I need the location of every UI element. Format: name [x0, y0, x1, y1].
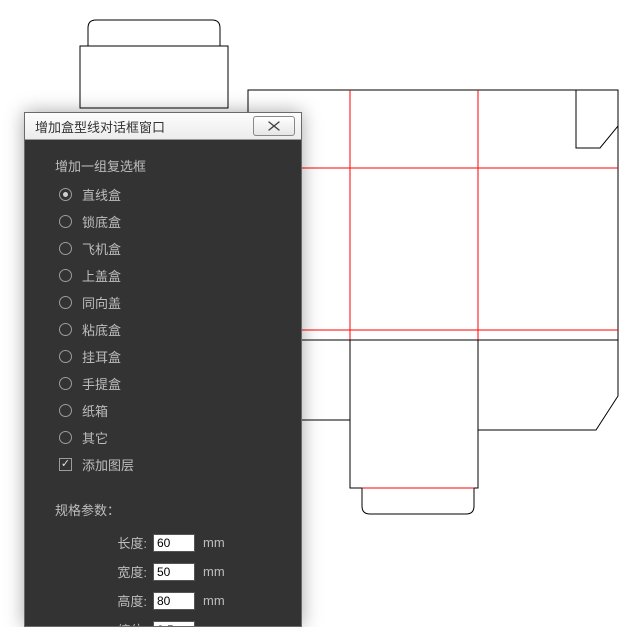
close-button[interactable] — [253, 116, 295, 136]
option-label: 手提盒 — [82, 374, 121, 393]
spec-params: 长度:mm宽度:mm高度:mm缩位:mm插舌高度:mm粘口宽度:mm — [55, 533, 281, 626]
option-label: 飞机盒 — [82, 239, 121, 258]
radio-option-9[interactable]: 其它 — [59, 428, 281, 447]
radio-option-7[interactable]: 手提盒 — [59, 374, 281, 393]
param-unit: mm — [203, 564, 225, 579]
params-title: 规格参数： — [55, 500, 281, 519]
param-unit: mm — [203, 622, 225, 626]
radio-icon — [59, 296, 72, 309]
param-label: 宽度: — [55, 562, 147, 581]
radio-option-4[interactable]: 同向盖 — [59, 293, 281, 312]
param-label: 高度: — [55, 591, 147, 610]
radio-icon — [59, 323, 72, 336]
param-row-3: 缩位: mm — [55, 620, 281, 626]
radio-icon — [59, 431, 72, 444]
box-type-options: 直线盒锁底盒飞机盒上盖盒同向盖粘底盒挂耳盒手提盒纸箱其它添加图层 — [59, 185, 281, 474]
param-unit: mm — [203, 535, 225, 550]
param-row-2: 高度: mm — [55, 591, 281, 610]
param-input-3[interactable] — [153, 621, 195, 627]
radio-option-5[interactable]: 粘底盒 — [59, 320, 281, 339]
option-label: 纸箱 — [82, 401, 108, 420]
radio-option-1[interactable]: 锁底盒 — [59, 212, 281, 231]
radio-icon — [59, 350, 72, 363]
radio-icon — [59, 215, 72, 228]
param-row-1: 宽度: mm — [55, 562, 281, 581]
radio-icon — [59, 377, 72, 390]
radio-option-6[interactable]: 挂耳盒 — [59, 347, 281, 366]
param-input-0[interactable] — [153, 534, 195, 552]
radio-icon — [59, 404, 72, 417]
option-label: 添加图层 — [82, 455, 134, 474]
dialog-body: 增加一组复选框 直线盒锁底盒飞机盒上盖盒同向盖粘底盒挂耳盒手提盒纸箱其它添加图层… — [25, 140, 301, 626]
param-row-0: 长度: mm — [55, 533, 281, 552]
add-box-line-dialog: 增加盒型线对话框窗口 增加一组复选框 直线盒锁底盒飞机盒上盖盒同向盖粘底盒挂耳盒… — [24, 112, 302, 627]
option-label: 其它 — [82, 428, 108, 447]
radio-icon — [59, 269, 72, 282]
checkbox-option-10[interactable]: 添加图层 — [59, 455, 281, 474]
radio-icon — [59, 188, 72, 201]
param-input-1[interactable] — [153, 563, 195, 581]
radio-icon — [59, 242, 72, 255]
radio-option-3[interactable]: 上盖盒 — [59, 266, 281, 285]
option-label: 同向盖 — [82, 293, 121, 312]
option-label: 上盖盒 — [82, 266, 121, 285]
option-label: 直线盒 — [82, 185, 121, 204]
radio-option-8[interactable]: 纸箱 — [59, 401, 281, 420]
dialog-titlebar: 增加盒型线对话框窗口 — [25, 113, 301, 140]
option-label: 挂耳盒 — [82, 347, 121, 366]
dialog-title: 增加盒型线对话框窗口 — [35, 117, 165, 136]
radio-option-0[interactable]: 直线盒 — [59, 185, 281, 204]
param-label: 缩位: — [55, 620, 147, 626]
close-icon — [267, 121, 281, 131]
param-label: 长度: — [55, 533, 147, 552]
param-unit: mm — [203, 593, 225, 608]
radio-option-2[interactable]: 飞机盒 — [59, 239, 281, 258]
option-label: 锁底盒 — [82, 212, 121, 231]
option-label: 粘底盒 — [82, 320, 121, 339]
checkbox-icon — [59, 458, 72, 471]
param-input-2[interactable] — [153, 592, 195, 610]
options-group-title: 增加一组复选框 — [55, 156, 281, 175]
